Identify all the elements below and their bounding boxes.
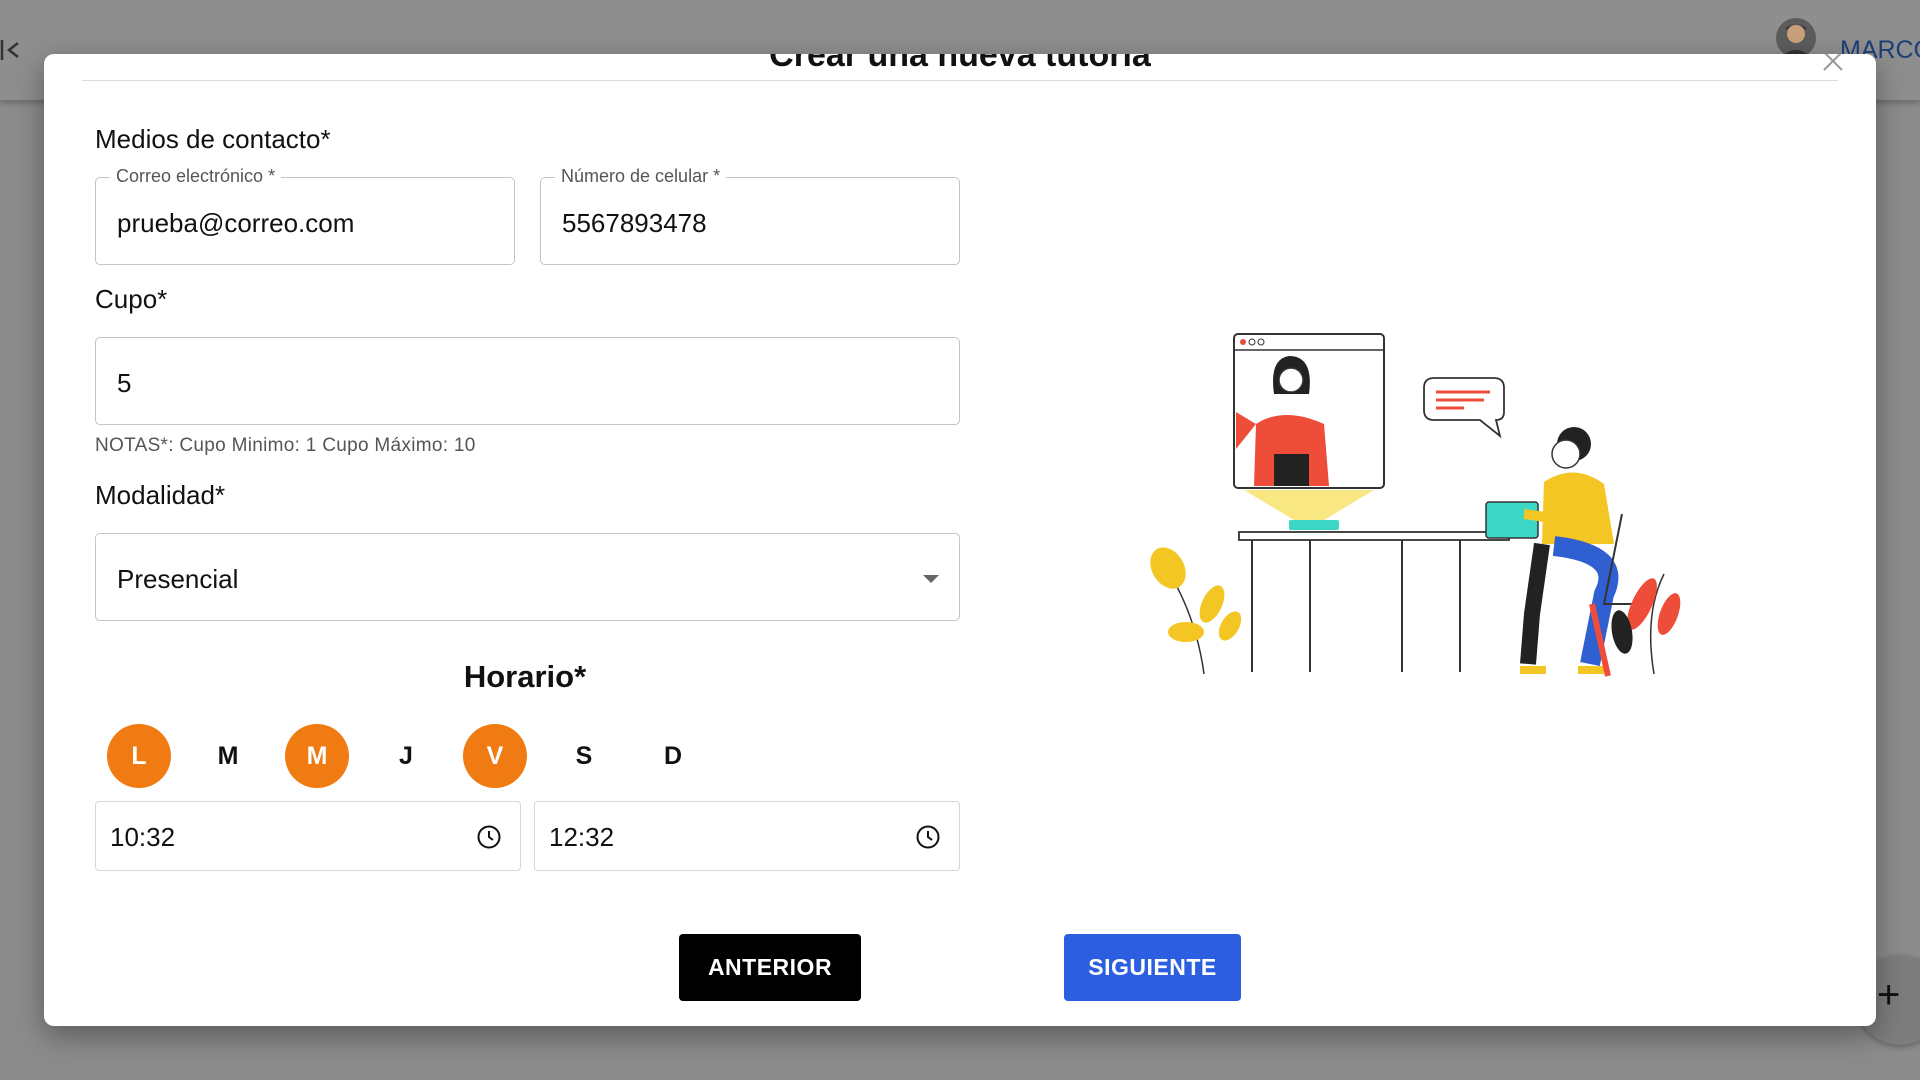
cupo-input[interactable]: 5 — [95, 337, 960, 425]
day-toggle-lunes[interactable]: L — [107, 724, 171, 788]
cupo-section-label: Cupo* — [95, 284, 168, 314]
day-toggle-sabado[interactable]: S — [552, 724, 616, 788]
cupo-value: 5 — [117, 368, 132, 398]
start-time-value: 10:32 — [110, 822, 176, 852]
plus-icon: + — [1877, 973, 1901, 1017]
day-toggle-domingo[interactable]: D — [641, 724, 705, 788]
day-toggle-miercoles[interactable]: M — [285, 724, 349, 788]
modal-title: Crear una nueva tutoría — [769, 54, 1151, 74]
day-toggle-martes[interactable]: M — [196, 724, 260, 788]
start-time-input[interactable]: 10:32 — [95, 801, 521, 871]
close-icon[interactable] — [1820, 54, 1846, 74]
create-tutoria-modal: Crear una nueva tutoría Medios de contac… — [44, 54, 1876, 1026]
next-button[interactable]: SIGUIENTE — [1064, 934, 1241, 1001]
modalidad-section-label: Modalidad* — [95, 480, 226, 510]
contact-section-label: Medios de contacto* — [95, 124, 331, 154]
modalidad-value: Presencial — [117, 564, 239, 594]
online-tutoring-illustration — [1150, 333, 1681, 677]
phone-label: Número de celular * — [555, 166, 727, 187]
end-time-value: 12:32 — [549, 822, 615, 852]
email-label: Correo electrónico * — [110, 166, 282, 187]
modalidad-select[interactable]: Presencial — [95, 533, 960, 621]
phone-value: 5567893478 — [562, 208, 707, 238]
cupo-helper-text: NOTAS*: Cupo Minimo: 1 Cupo Máximo: 10 — [95, 435, 476, 456]
email-field[interactable]: Correo electrónico * prueba@correo.com — [95, 166, 515, 265]
horario-title: Horario* — [463, 659, 587, 694]
arrow-left-bar-icon[interactable] — [0, 36, 22, 64]
clock-icon[interactable] — [915, 824, 941, 850]
title-divider — [82, 80, 1838, 81]
clock-icon[interactable] — [476, 824, 502, 850]
previous-button[interactable]: ANTERIOR — [679, 934, 861, 1001]
email-value: prueba@correo.com — [117, 208, 355, 238]
day-toggle-jueves[interactable]: J — [374, 724, 438, 788]
end-time-input[interactable]: 12:32 — [534, 801, 960, 871]
avatar[interactable] — [1776, 18, 1816, 58]
caret-down-icon — [923, 575, 939, 583]
day-toggle-viernes[interactable]: V — [463, 724, 527, 788]
phone-field[interactable]: Número de celular * 5567893478 — [540, 166, 960, 265]
